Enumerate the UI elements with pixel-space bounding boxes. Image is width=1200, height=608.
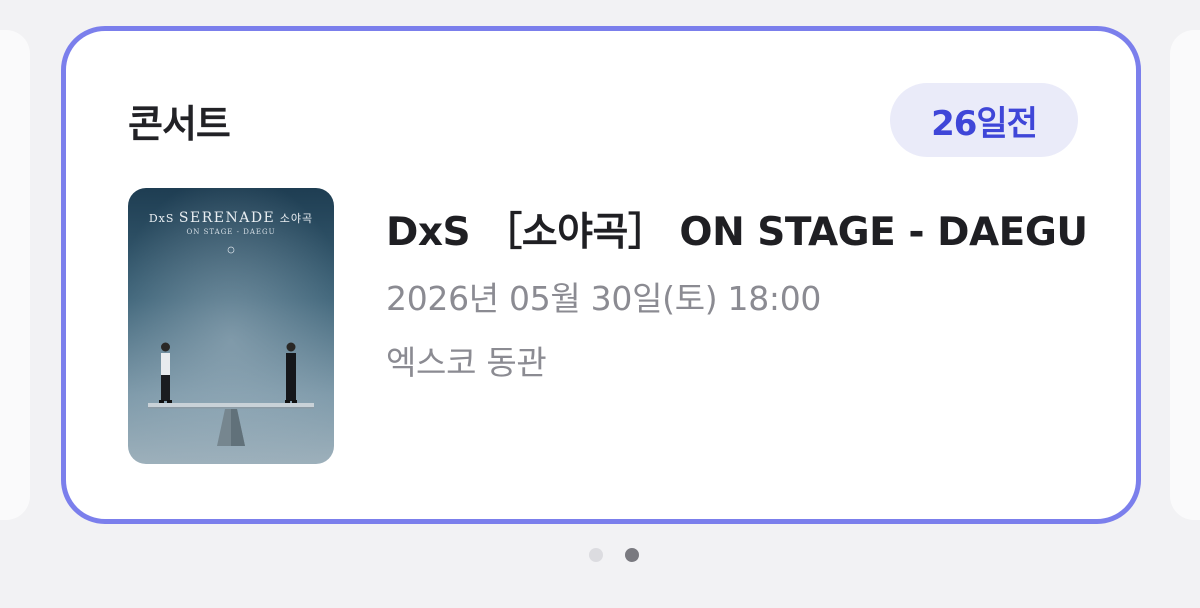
poster-korean-title: 소야곡	[279, 212, 314, 225]
event-datetime: 2026년 05월 30일(토) 18:00	[386, 279, 822, 318]
event-venue: 엑스코 동관	[386, 343, 547, 382]
page-indicator	[0, 548, 1200, 562]
dday-badge: 26일전	[890, 83, 1078, 157]
poster-title-text: SERENADE	[178, 210, 276, 226]
event-title[interactable]: DxS ［소야곡］ ON STAGE - DAEGU	[386, 201, 1108, 257]
poster-title: DxS SERENADE 소야곡	[128, 210, 334, 226]
next-card-peek	[1170, 30, 1200, 520]
previous-card-peek	[0, 30, 30, 520]
poster-image[interactable]: DxS SERENADE 소야곡 ON STAGE - DAEGU	[128, 188, 334, 464]
page-dot-1[interactable]	[589, 548, 603, 562]
category-label: 콘서트	[128, 102, 231, 146]
page-dot-2-active[interactable]	[625, 548, 639, 562]
poster-subtitle: ON STAGE - DAEGU	[186, 228, 276, 236]
event-card[interactable]: 콘서트 26일전 DxS SERENADE 소야곡 ON STAGE - DAE…	[61, 26, 1141, 524]
poster-brand-text: DxS	[148, 212, 175, 225]
